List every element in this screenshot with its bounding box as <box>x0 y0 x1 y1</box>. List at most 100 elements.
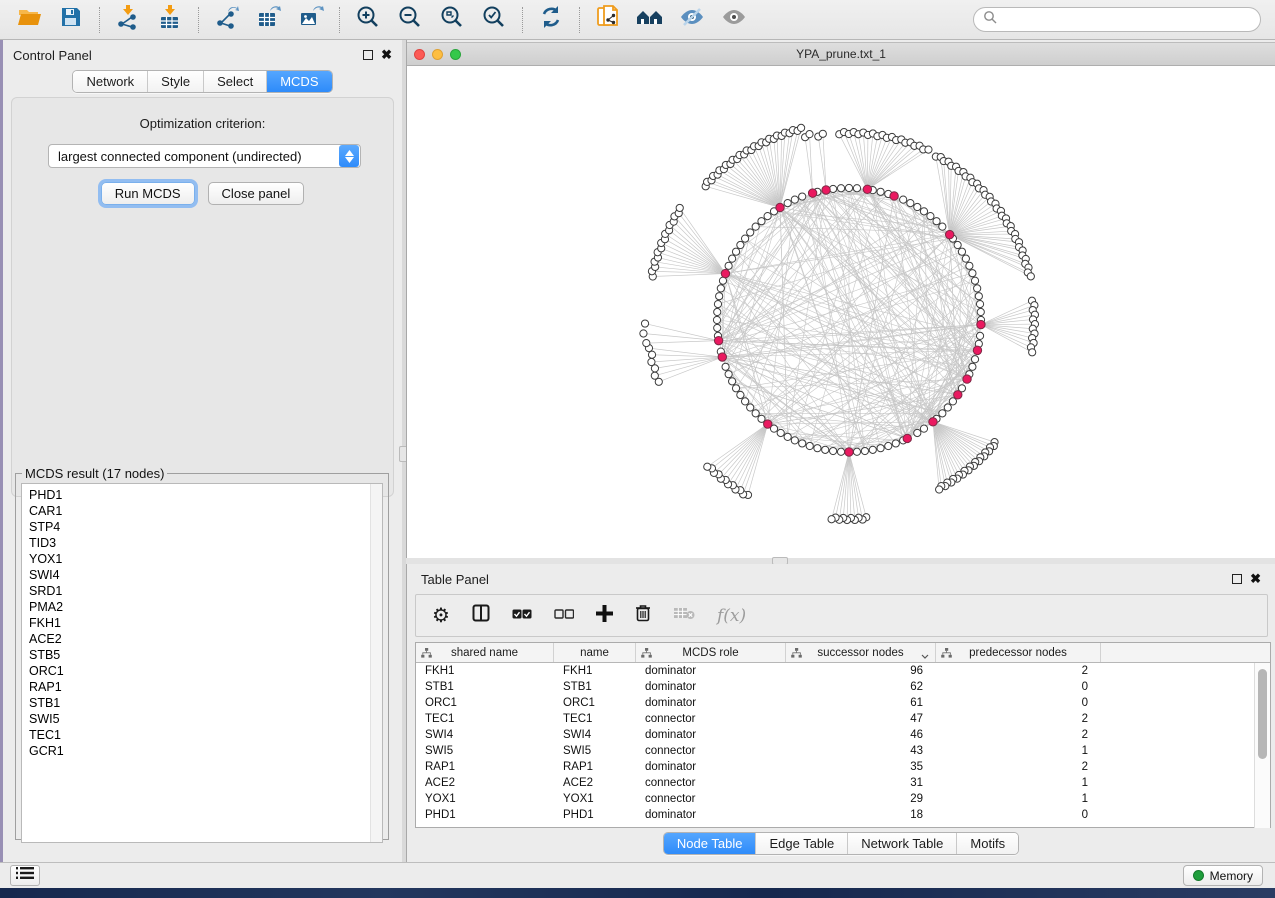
tab-network[interactable]: Network <box>73 71 147 92</box>
search-input[interactable] <box>998 13 1251 27</box>
search-field[interactable] <box>973 7 1261 32</box>
tab-edge-table[interactable]: Edge Table <box>755 833 847 854</box>
criterion-dropdown[interactable]: largest connected component (undirected) <box>48 144 361 168</box>
table-cell: STB1 <box>416 679 554 695</box>
mcds-result-item[interactable]: STB1 <box>29 695 382 711</box>
mcds-result-item[interactable]: TEC1 <box>29 727 382 743</box>
open-session-button[interactable] <box>8 3 50 37</box>
table-cell: SWI4 <box>416 727 554 743</box>
delete-table-button[interactable] <box>673 606 695 625</box>
float-panel-icon[interactable] <box>363 50 373 60</box>
chevron-down-icon[interactable] <box>921 650 929 662</box>
table-row[interactable]: TEC1TEC1connector472 <box>416 711 1270 727</box>
attribute-type-icon <box>421 648 432 661</box>
import-network-button[interactable] <box>107 3 149 37</box>
column-header-name[interactable]: name <box>554 643 636 662</box>
neighborhood-button[interactable] <box>629 3 671 37</box>
hide-selected-button[interactable] <box>671 3 713 37</box>
tab-style[interactable]: Style <box>147 71 203 92</box>
duplicate-network-button[interactable] <box>587 3 629 37</box>
table-row[interactable]: ACE2ACE2connector311 <box>416 775 1270 791</box>
network-titlebar[interactable]: YPA_prune.txt_1 <box>407 42 1275 66</box>
table-cell: connector <box>636 775 786 791</box>
network-graph[interactable] <box>407 66 1275 558</box>
tab-mcds[interactable]: MCDS <box>266 71 331 92</box>
zoom-out-icon <box>397 4 423 35</box>
column-header-predecessor-nodes[interactable]: predecessor nodes <box>936 643 1101 662</box>
table-cell: 1 <box>936 775 1101 791</box>
save-session-button[interactable] <box>50 3 92 37</box>
list-scrollbar[interactable] <box>370 484 382 842</box>
zoom-in-button[interactable] <box>347 3 389 37</box>
memory-label: Memory <box>1210 869 1253 883</box>
tab-network-table[interactable]: Network Table <box>847 833 956 854</box>
function-builder-button[interactable]: f(x) <box>717 606 746 626</box>
import-table-button[interactable] <box>149 3 191 37</box>
mcds-result-item[interactable]: ORC1 <box>29 663 382 679</box>
column-header-mcds-role[interactable]: MCDS role <box>636 643 786 662</box>
mcds-result-item[interactable]: ACE2 <box>29 631 382 647</box>
deselect-all-button[interactable] <box>554 607 574 625</box>
mcds-result-item[interactable]: SWI4 <box>29 567 382 583</box>
mcds-result-item[interactable]: SRD1 <box>29 583 382 599</box>
float-panel-icon[interactable] <box>1232 574 1242 584</box>
table-row[interactable]: YOX1YOX1connector291 <box>416 791 1270 807</box>
mcds-result-item[interactable]: STB5 <box>29 647 382 663</box>
table-cell: ORC1 <box>416 695 554 711</box>
task-history-button[interactable] <box>10 865 40 886</box>
mcds-result-item[interactable]: SWI5 <box>29 711 382 727</box>
trash-icon <box>635 604 651 627</box>
mcds-result-item[interactable]: FKH1 <box>29 615 382 631</box>
tab-node-table[interactable]: Node Table <box>664 833 756 854</box>
close-panel-icon[interactable]: ✖ <box>1250 574 1261 584</box>
table-row[interactable]: SWI4SWI4dominator462 <box>416 727 1270 743</box>
add-column-button[interactable] <box>596 605 613 627</box>
memory-button[interactable]: Memory <box>1183 865 1263 886</box>
mcds-result-item[interactable]: TID3 <box>29 535 382 551</box>
table-cell: dominator <box>636 695 786 711</box>
zoom-fit-button[interactable] <box>431 3 473 37</box>
close-panel-icon[interactable]: ✖ <box>381 50 392 60</box>
network-canvas[interactable] <box>407 66 1275 558</box>
tab-motifs[interactable]: Motifs <box>956 833 1018 854</box>
table-cell: 47 <box>786 711 936 727</box>
run-mcds-button[interactable]: Run MCDS <box>101 182 195 205</box>
tab-select[interactable]: Select <box>203 71 266 92</box>
mcds-result-title: MCDS result (17 nodes) <box>22 466 167 481</box>
mcds-result-item[interactable]: PHD1 <box>29 487 382 503</box>
delete-column-button[interactable] <box>635 604 651 627</box>
toolbar-separator <box>99 7 100 33</box>
export-network-button[interactable] <box>206 3 248 37</box>
table-row[interactable]: RAP1RAP1dominator352 <box>416 759 1270 775</box>
table-row[interactable]: ORC1ORC1dominator610 <box>416 695 1270 711</box>
mcds-result-item[interactable]: GCR1 <box>29 743 382 759</box>
select-all-button[interactable] <box>512 607 532 625</box>
export-image-button[interactable] <box>290 3 332 37</box>
mcds-result-item[interactable]: PMA2 <box>29 599 382 615</box>
table-settings-button[interactable]: ⚙ <box>432 606 450 626</box>
close-panel-button[interactable]: Close panel <box>208 182 305 205</box>
table-cell: 0 <box>936 679 1101 695</box>
mcds-result-item[interactable]: STP4 <box>29 519 382 535</box>
show-all-button[interactable] <box>713 3 755 37</box>
table-row[interactable]: FKH1FKH1dominator962 <box>416 663 1270 679</box>
table-row[interactable]: STB1STB1dominator620 <box>416 679 1270 695</box>
table-scrollbar[interactable] <box>1254 663 1270 828</box>
refresh-button[interactable] <box>530 3 572 37</box>
plus-icon <box>596 605 613 627</box>
mcds-result-list[interactable]: PHD1CAR1STP4TID3YOX1SWI4SRD1PMA2FKH1ACE2… <box>21 483 383 843</box>
table-cell: connector <box>636 711 786 727</box>
table-row[interactable]: PHD1PHD1dominator180 <box>416 807 1270 823</box>
network-view-window: YPA_prune.txt_1 <box>406 40 1275 558</box>
column-header-successor-nodes[interactable]: successor nodes <box>786 643 936 662</box>
mcds-result-item[interactable]: CAR1 <box>29 503 382 519</box>
zoom-out-button[interactable] <box>389 3 431 37</box>
export-table-button[interactable] <box>248 3 290 37</box>
mcds-result-item[interactable]: RAP1 <box>29 679 382 695</box>
column-header-shared-name[interactable]: shared name <box>416 643 554 662</box>
table-row[interactable]: SWI5SWI5connector431 <box>416 743 1270 759</box>
scrollbar-thumb[interactable] <box>1258 669 1267 759</box>
zoom-selected-button[interactable] <box>473 3 515 37</box>
mcds-result-item[interactable]: YOX1 <box>29 551 382 567</box>
column-layout-button[interactable] <box>472 604 490 627</box>
